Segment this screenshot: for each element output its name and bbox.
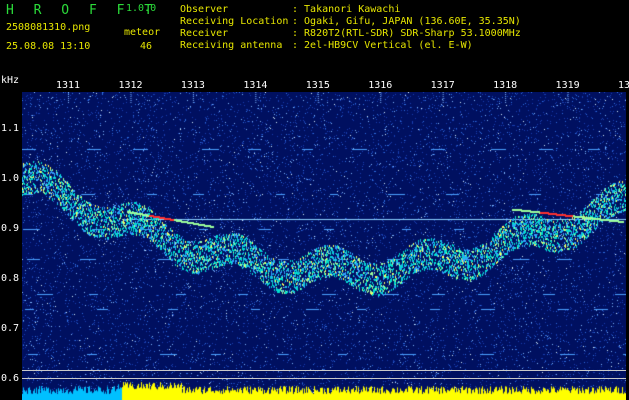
spectrogram-canvas: [22, 92, 626, 400]
y-tick-label: 0.8: [1, 273, 20, 284]
info-value-observer: : Takanori Kawachi: [292, 4, 401, 15]
y-tick-label: 1.0: [1, 173, 20, 184]
marker-line-upper: [22, 370, 626, 371]
x-tick-label: 1314: [243, 80, 268, 91]
y-tick-label: 0.9: [1, 223, 20, 234]
x-tick-label: 1312: [118, 80, 143, 91]
x-tick-label: 1317: [430, 80, 455, 91]
x-tick-label: 1318: [493, 80, 518, 91]
info-label-observer: Observer: [180, 4, 229, 15]
header-panel: H R O F F T 1.0.0 2508081310.png 25.08.0…: [0, 0, 629, 70]
y-tick-label: 0.6: [1, 373, 20, 384]
y-tick-label: 1.1: [1, 123, 20, 134]
info-value-antenna: : 2el-HB9CV Vertical (el. E-W): [292, 40, 473, 51]
meteor-label: meteor: [124, 27, 161, 38]
x-tick-label: 1316: [368, 80, 393, 91]
datetime: 25.08.08 13:10: [6, 41, 91, 52]
y-tick-label: 0.7: [1, 323, 20, 334]
marker-line-lower: [22, 378, 626, 379]
info-value-receiver: : R820T2(RTL-SDR) SDR-Sharp 53.1000MHz: [292, 28, 521, 39]
x-tick-label: 1315: [305, 80, 330, 91]
x-tick-label: 1320: [618, 80, 629, 91]
info-label-receiver: Receiver: [180, 28, 229, 39]
info-value-location: : Ogaki, Gifu, JAPAN (136.60E, 35.35N): [292, 16, 521, 27]
app-version: 1.0.0: [126, 3, 157, 14]
info-label-location: Receiving Location: [180, 16, 289, 27]
x-tick-label: 1313: [180, 80, 205, 91]
meteor-count: 46: [140, 41, 153, 52]
y-unit-label: kHz: [1, 75, 20, 86]
x-tick-label: 1319: [555, 80, 580, 91]
x-tick-label: 1311: [56, 80, 81, 91]
info-label-antenna: Receiving antenna: [180, 40, 283, 51]
file-name: 2508081310.png: [6, 22, 91, 33]
